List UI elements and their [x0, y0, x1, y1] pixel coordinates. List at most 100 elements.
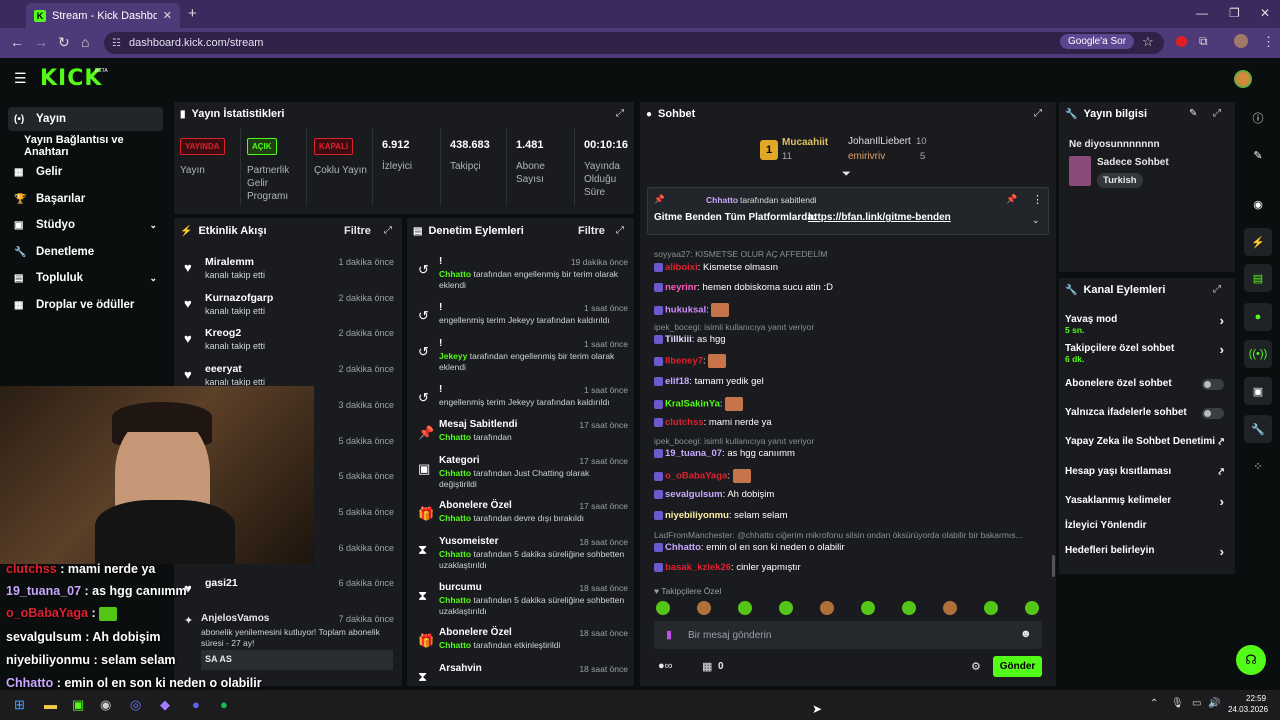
moderator-name[interactable]: Chhatto	[439, 595, 471, 605]
sidebar-item-1[interactable]: Yayın Bağlantısı ve Anahtarı	[8, 134, 163, 158]
emote-icon[interactable]	[861, 601, 875, 615]
profile-avatar[interactable]	[1234, 34, 1248, 48]
chat-username[interactable]: elif18	[665, 376, 689, 387]
emote-icon[interactable]	[943, 601, 957, 615]
site-info-icon[interactable]: ☷	[112, 38, 121, 49]
chat-username[interactable]: aliboixi	[665, 262, 698, 273]
volume-tray-icon[interactable]: 🔊	[1208, 698, 1220, 709]
url-field[interactable]: ☷ dashboard.kick.com/stream	[104, 32, 1164, 54]
unpin-icon[interactable]: 📌	[1006, 194, 1017, 205]
clock-time[interactable]: 22:59	[1246, 694, 1266, 703]
category-name[interactable]: Sadece Sohbet	[1097, 157, 1169, 168]
moderation-name[interactable]: Arsahvin	[439, 663, 482, 674]
channel-action-item[interactable]: Takipçilere özel sohbet 6 dk. ›	[1065, 342, 1230, 365]
moderator-name[interactable]: Chhatto	[439, 269, 471, 279]
moderation-name[interactable]: burcumu	[439, 582, 482, 593]
kick-logo[interactable]: KICK	[40, 66, 102, 91]
sidebar-item-7[interactable]: ▦ Droplar ve ödüller	[8, 293, 163, 317]
chevron-right-icon[interactable]: ›	[1220, 494, 1224, 509]
moderation-popout-icon[interactable]: ⤢	[616, 225, 624, 236]
emote-icon[interactable]	[738, 601, 752, 615]
moderation-name[interactable]: Yusomeister	[439, 536, 498, 547]
rail-wrench-icon[interactable]: 🔧	[1244, 415, 1272, 443]
pinned-menu-icon[interactable]: ⋮	[1032, 193, 1043, 206]
taskbar-obs-icon[interactable]: ◉	[100, 697, 111, 713]
chevron-down-icon[interactable]: ⌄	[149, 273, 157, 284]
moderator-name[interactable]: Jekeyy	[439, 351, 467, 361]
sidebar-item-4[interactable]: ▣ Stüdyo ⌄	[8, 213, 163, 237]
activity-name[interactable]: gasi21	[205, 577, 238, 589]
moderation-name[interactable]: Abonelere Özel	[439, 627, 512, 638]
chat-input[interactable]: ▮ Bir mesaj gönderin ☻	[654, 621, 1042, 649]
activity-name[interactable]: Kreog2	[205, 327, 241, 339]
chat-username[interactable]: hukuksal	[665, 305, 706, 316]
channel-action-item[interactable]: Hesap yaşı kısıtlaması ⤤	[1065, 466, 1230, 488]
bookmark-star-icon[interactable]: ☆	[1142, 34, 1154, 50]
forward-icon[interactable]: →	[34, 34, 48, 50]
chat-username[interactable]: niyebiliyonmu	[665, 510, 729, 521]
channel-action-item[interactable]: İzleyici Yönlendir	[1065, 520, 1230, 542]
chevron-right-icon[interactable]: ›	[1220, 544, 1224, 559]
maximize-icon[interactable]: ❐	[1229, 6, 1240, 20]
chat-settings-icon[interactable]: ⚙	[971, 660, 981, 673]
windows-start-icon[interactable]: ⊞	[14, 697, 25, 713]
emote-icon[interactable]	[1025, 601, 1039, 615]
edit-pencil-icon[interactable]: ✎	[1189, 108, 1197, 119]
emote-icon[interactable]	[984, 601, 998, 615]
moderation-name[interactable]: !	[439, 384, 442, 395]
pencil-icon[interactable]: ✎	[1244, 141, 1272, 169]
emoji-icon[interactable]: ☻	[1020, 628, 1032, 640]
rail-lightning-icon[interactable]: ⚡	[1244, 228, 1272, 256]
chat-username[interactable]: basak_kzlek26	[665, 562, 731, 573]
rail-chat-icon[interactable]: ●	[1244, 303, 1272, 331]
tray-chevron-icon[interactable]: ⌃	[1150, 698, 1158, 709]
google-ask-button[interactable]: Google'a Sor	[1060, 34, 1135, 49]
taskbar-chrome-icon[interactable]: ◎	[130, 697, 141, 713]
moderator-name[interactable]: Chhatto	[439, 549, 471, 559]
close-window-icon[interactable]: ✕	[1260, 6, 1270, 20]
taskbar-app-icon[interactable]: ▣	[72, 697, 84, 713]
activity-filter-button[interactable]: Filtre	[344, 225, 371, 237]
reload-icon[interactable]: ↻	[58, 34, 70, 51]
activity-name[interactable]: Kurnazofgarp	[205, 292, 273, 304]
extension-icon[interactable]	[1176, 36, 1187, 47]
activity-name[interactable]: Miralemm	[205, 256, 254, 268]
camera-icon[interactable]: ◉	[1244, 190, 1272, 218]
moderation-name[interactable]: Mesaj Sabitlendi	[439, 419, 517, 430]
chat-username[interactable]: Chhatto	[665, 542, 701, 553]
emote-icon[interactable]	[902, 601, 916, 615]
rail-broadcast-icon[interactable]: ((•))	[1244, 340, 1272, 368]
chat-scrollbar[interactable]	[1052, 555, 1055, 577]
browser-tab[interactable]: K Stream - Kick Dashboard ✕	[26, 3, 180, 28]
back-icon[interactable]: ←	[10, 34, 24, 50]
sidebar-item-6[interactable]: ▤ Topluluk ⌄	[8, 266, 163, 290]
moderation-name[interactable]: !	[439, 256, 442, 267]
chat-filter-icon[interactable]: ⏷	[842, 168, 851, 181]
minimize-icon[interactable]: —	[1196, 6, 1208, 20]
channel-action-item[interactable]: Hedefleri belirleyin ›	[1065, 544, 1230, 567]
language-tag[interactable]: Turkish	[1097, 173, 1143, 188]
popout-icon[interactable]: ⤢	[616, 108, 624, 119]
external-link-icon[interactable]: ⤤	[1218, 437, 1224, 448]
chevron-down-icon[interactable]: ⌄	[149, 220, 157, 231]
chat-popout-icon[interactable]: ⤢	[1034, 108, 1042, 119]
chat-username[interactable]: clutchss	[665, 417, 704, 428]
rail-list-icon[interactable]: ▤	[1244, 264, 1272, 292]
channel-action-item[interactable]: Yavaş mod 5 sn. ›	[1065, 313, 1230, 336]
gift-icon[interactable]: ▦	[702, 660, 712, 673]
hamburger-menu-icon[interactable]: ☰	[14, 70, 27, 87]
taskbar-app2-icon[interactable]: ◆	[160, 697, 170, 713]
display-tray-icon[interactable]: ▭	[1192, 698, 1201, 709]
external-link-icon[interactable]: ⤤	[1218, 467, 1224, 478]
chat-username[interactable]: o_oBabaYaga	[665, 471, 727, 482]
toggle-switch[interactable]	[1202, 408, 1224, 419]
support-headset-icon[interactable]: ☊	[1236, 645, 1266, 675]
leader-1-name[interactable]: Mucaahiit	[782, 137, 828, 148]
sidebar-item-5[interactable]: 🔧 Denetleme	[8, 240, 163, 264]
sidebar-item-0[interactable]: (•) Yayın	[8, 107, 163, 131]
moderation-name[interactable]: Kategori	[439, 455, 480, 466]
chat-username[interactable]: neyrinr	[665, 282, 697, 293]
moderation-name[interactable]: Abonelere Özel	[439, 500, 512, 511]
chat-username[interactable]: 8beney7	[665, 356, 703, 367]
sidebar-item-3[interactable]: 🏆 Başarılar	[8, 187, 163, 211]
